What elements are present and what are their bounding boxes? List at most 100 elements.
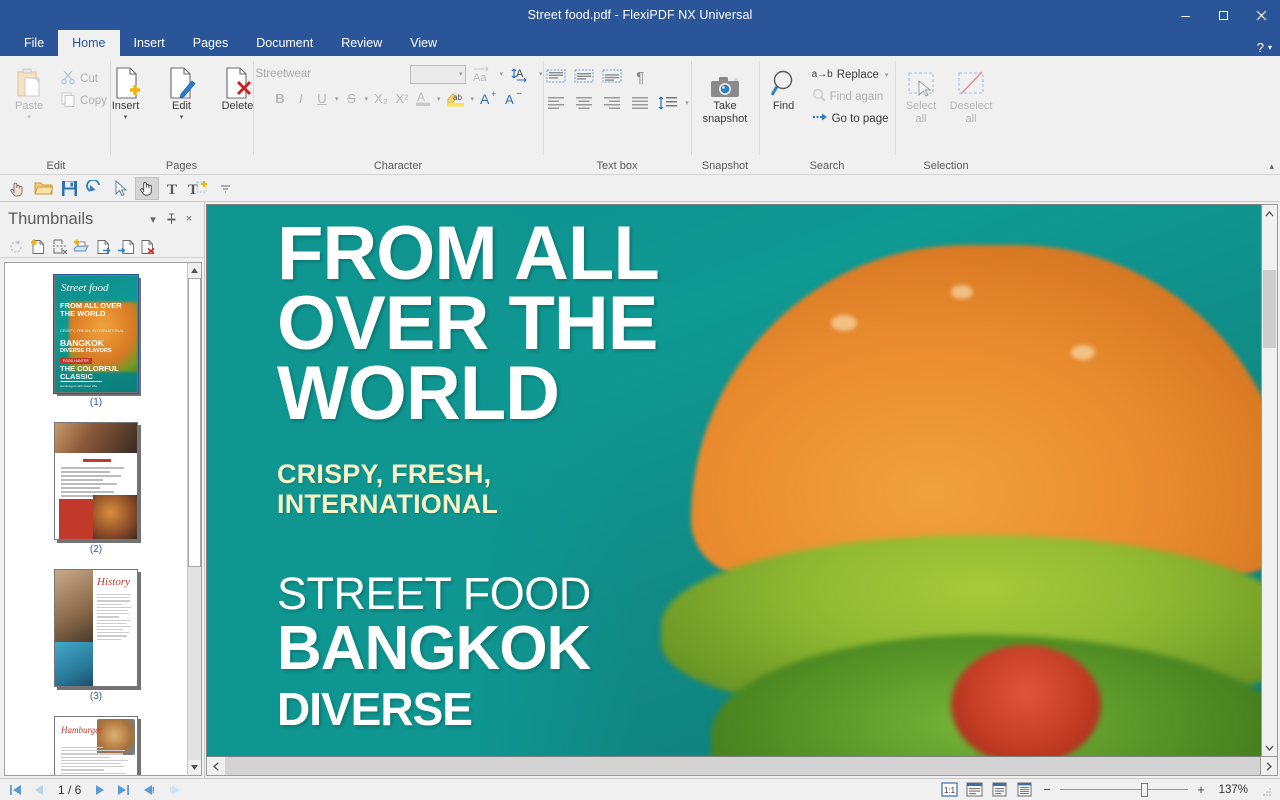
line-spacing-icon[interactable] [655,92,681,114]
maximize-button[interactable] [1204,0,1242,30]
text-tool-icon[interactable]: T [161,177,185,200]
scrollbar-thumb[interactable] [225,758,1136,774]
select-all-button[interactable]: Select all [897,63,945,128]
chevron-down-icon[interactable]: ▾ [144,210,162,228]
resize-grip[interactable] [1260,784,1272,796]
list-item[interactable]: Street food FROM ALL OVER THE WORLD CRIS… [53,274,139,408]
pin-icon[interactable] [162,210,180,228]
tab-pages[interactable]: Pages [179,30,242,56]
save-icon[interactable] [57,177,81,200]
find-again-button[interactable]: Find again [809,87,894,106]
scroll-up-button[interactable] [188,263,201,278]
fit-width-icon[interactable] [965,781,984,798]
thumbnail-page-3[interactable]: History [54,569,138,687]
next-view-button[interactable] [165,782,181,798]
previous-page-button[interactable] [31,782,47,798]
scroll-down-button[interactable] [1262,739,1277,756]
font-name-field[interactable]: Streetwear [251,68,406,80]
scroll-left-button[interactable] [207,757,225,775]
deselect-all-button[interactable]: Deselect all [947,63,995,128]
actual-size-icon[interactable]: 1:1 [940,781,959,798]
list-item[interactable]: Hamburger (4) [54,716,138,775]
thumbnails-scrollbar[interactable] [187,262,202,776]
font-size-field[interactable]: ▾ [410,64,467,84]
scrollbar-track[interactable] [188,278,201,760]
close-button[interactable] [1242,0,1280,30]
subscript-button[interactable]: X₂ [371,88,391,109]
shrink-font-button[interactable]: A − [502,88,526,109]
replace-button[interactable]: a→b Replace ▾ [809,65,894,84]
document-vertical-scrollbar[interactable] [1261,204,1278,757]
thumbnail-page-1[interactable]: Street food FROM ALL OVER THE WORLD CRIS… [53,274,139,394]
split-pages-icon[interactable] [50,237,69,256]
paragraph-marks-icon[interactable]: ¶ [627,66,653,88]
continuous-pages-icon[interactable] [1015,781,1034,798]
page-indicator[interactable]: 1 / 6 [54,783,85,797]
help-button[interactable]: ? ▾ [1257,40,1272,55]
import-page-icon[interactable] [116,237,135,256]
zoom-in-button[interactable]: + [1194,782,1208,797]
list-item[interactable]: (2) [54,422,138,555]
font-color-button[interactable]: A [413,88,434,109]
align-left-icon[interactable] [543,92,569,114]
find-button[interactable]: Find [761,63,807,116]
scrollbar-thumb[interactable] [1263,270,1276,348]
align-top-icon[interactable] [543,66,569,88]
scroll-down-button[interactable] [188,760,201,775]
zoom-out-button[interactable]: − [1040,782,1054,797]
next-page-button[interactable] [92,782,108,798]
tab-home[interactable]: Home [58,30,120,56]
scroll-up-button[interactable] [1262,205,1277,222]
hand-tool-icon[interactable] [135,176,159,200]
take-snapshot-button[interactable]: Take snapshot [694,63,756,128]
align-justify-icon[interactable] [627,92,653,114]
align-center-icon[interactable] [571,92,597,114]
tab-file[interactable]: File [10,30,58,56]
tab-view[interactable]: View [396,30,451,56]
thumbnails-list[interactable]: Street food FROM ALL OVER THE WORLD CRIS… [4,262,187,776]
text-scale-button[interactable]: A [509,64,533,85]
scan-pages-icon[interactable] [72,237,91,256]
touch-mode-icon[interactable] [5,177,29,200]
thumbnail-page-4[interactable]: Hamburger [54,716,138,775]
previous-view-button[interactable] [142,782,158,798]
add-text-icon[interactable]: T [187,177,211,200]
go-to-page-button[interactable]: Go to page [809,109,894,128]
align-middle-icon[interactable] [571,66,597,88]
thumbnail-page-2[interactable] [54,422,138,540]
first-page-button[interactable] [8,782,24,798]
grow-font-button[interactable]: A + [477,88,501,109]
paste-button[interactable]: Paste ▾ [2,63,56,125]
delete-page-icon[interactable] [138,237,157,256]
scrollbar-track[interactable] [225,757,1260,775]
document-horizontal-scrollbar[interactable] [206,757,1261,776]
scrollbar-track[interactable] [1262,222,1277,739]
undo-icon[interactable] [83,177,107,200]
rotate-page-icon[interactable] [6,237,25,256]
last-page-button[interactable] [115,782,131,798]
align-bottom-icon[interactable] [599,66,625,88]
close-icon[interactable]: × [180,210,198,228]
edit-page-button[interactable]: Edit ▾ [155,63,209,125]
highlight-button[interactable]: ab [444,88,468,109]
minimize-button[interactable] [1166,0,1204,30]
tab-insert[interactable]: Insert [120,30,179,56]
qat-overflow-icon[interactable] [213,177,237,200]
single-page-icon[interactable] [990,781,1009,798]
insert-page-icon[interactable] [28,237,47,256]
select-arrow-icon[interactable] [109,177,133,200]
tab-document[interactable]: Document [242,30,327,56]
scrollbar-thumb[interactable] [188,278,201,568]
export-page-icon[interactable] [94,237,113,256]
italic-button[interactable]: I [291,88,311,109]
page-canvas[interactable]: FROM ALL OVER THE WORLD CRISPY, FRESH, I… [206,204,1261,757]
insert-page-button[interactable]: Insert ▾ [99,63,153,125]
collapse-ribbon-button[interactable]: ▴ [1269,161,1274,172]
slider-knob[interactable] [1140,782,1148,797]
strikethrough-button[interactable]: S [341,88,361,109]
superscript-button[interactable]: X² [392,88,412,109]
tab-review[interactable]: Review [327,30,396,56]
underline-button[interactable]: U [312,88,332,109]
zoom-slider[interactable] [1060,782,1188,797]
align-right-icon[interactable] [599,92,625,114]
